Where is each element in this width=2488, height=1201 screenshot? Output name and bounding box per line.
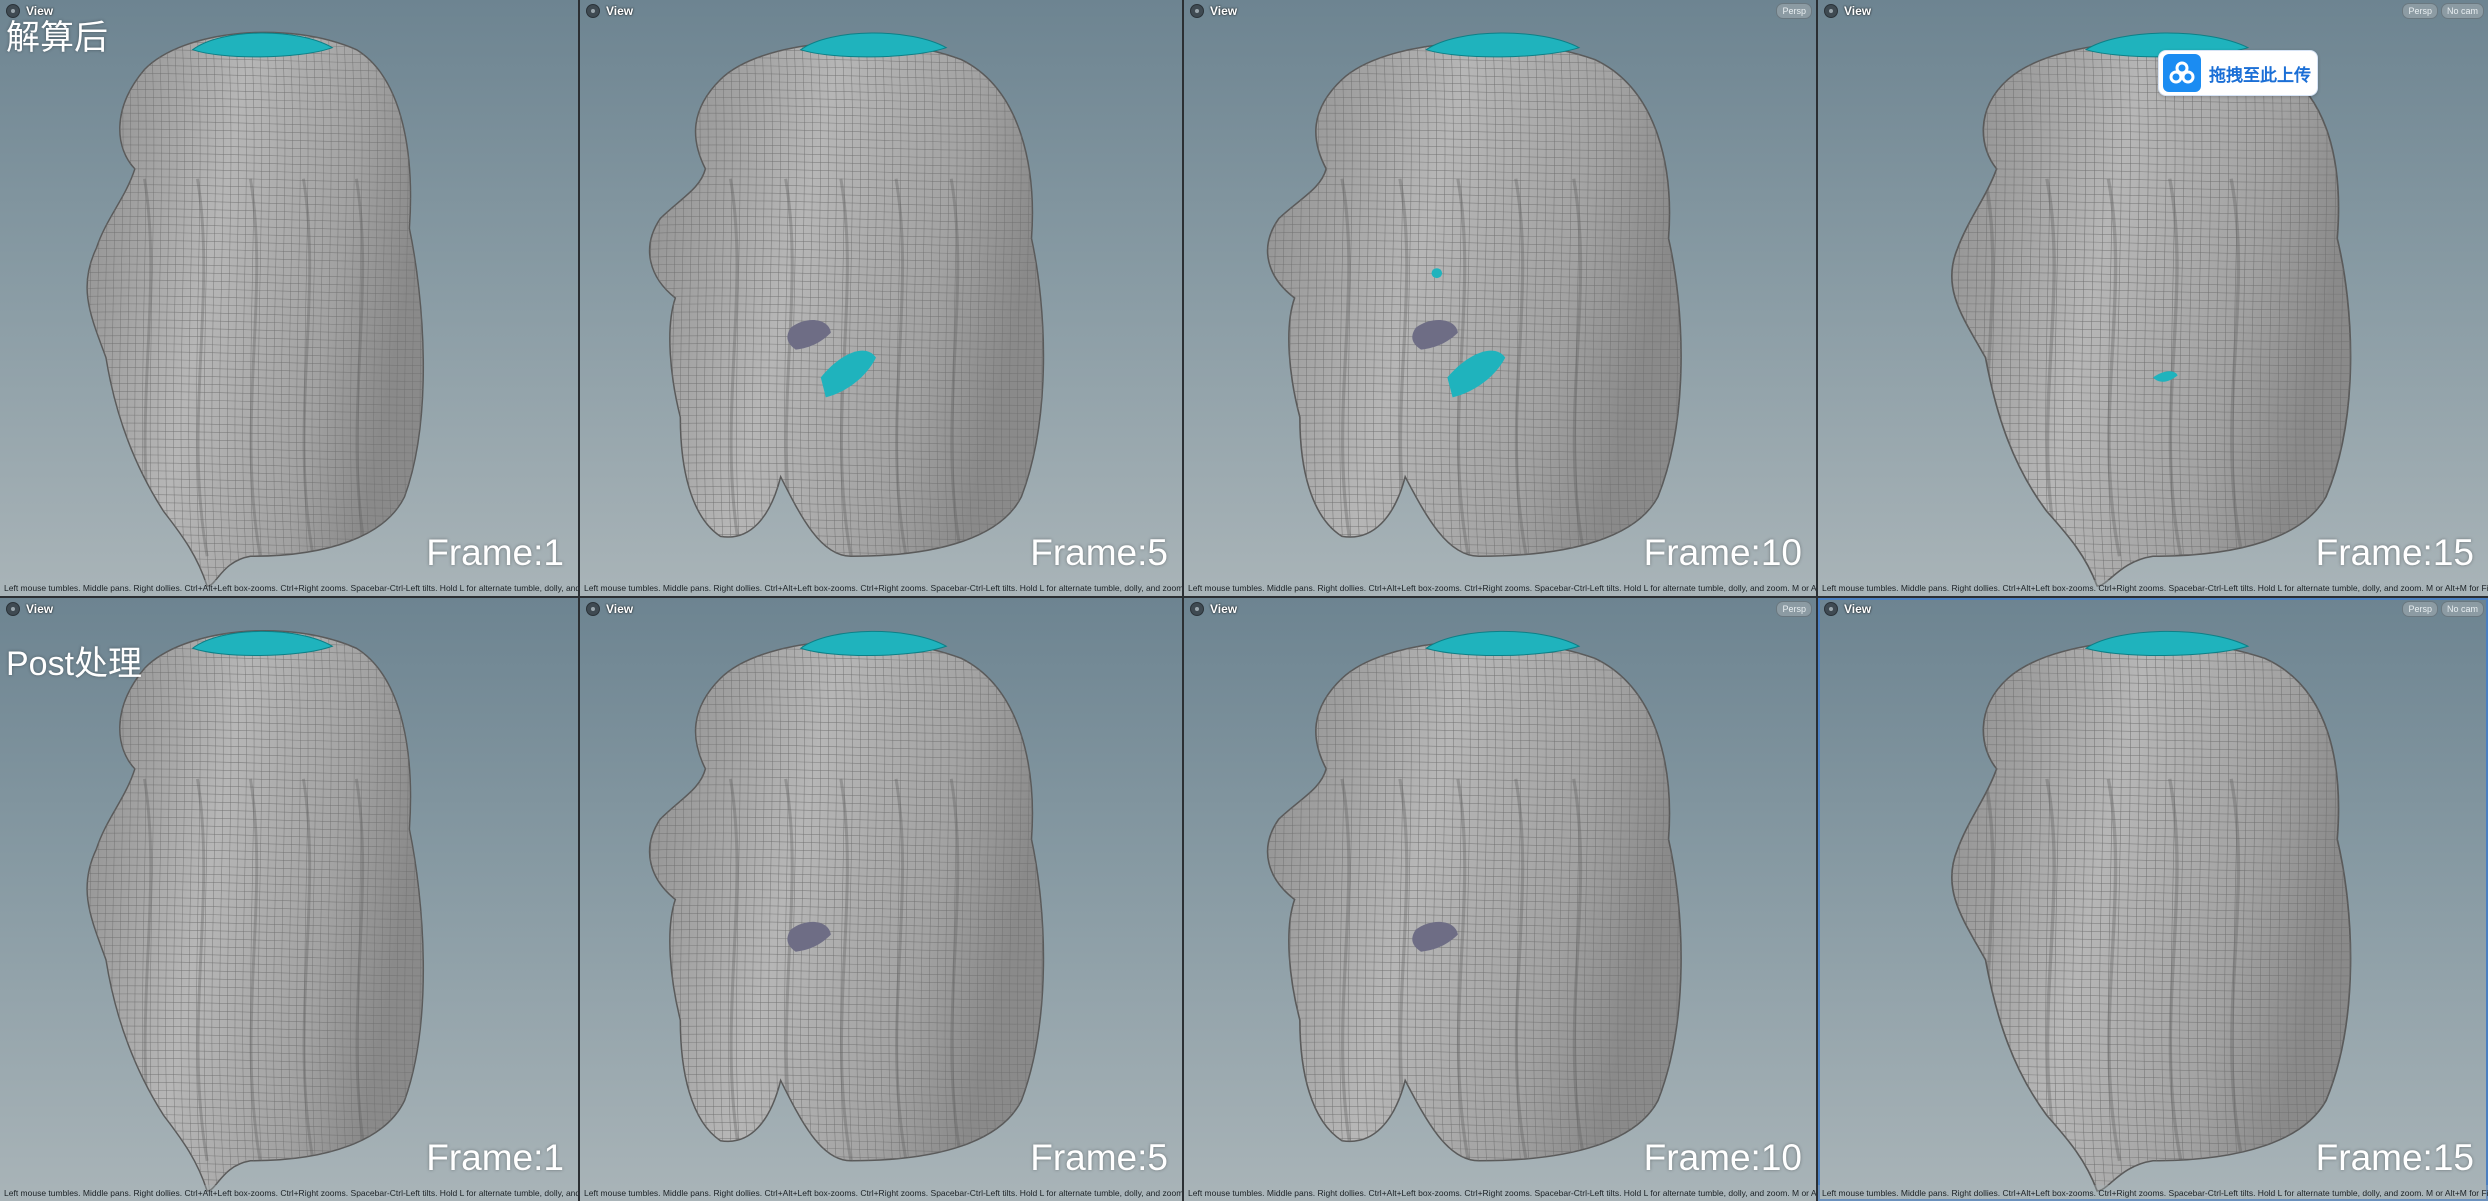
upload-badge-label: 拖拽至此上传 xyxy=(2209,65,2311,85)
cloth-mesh-svg xyxy=(86,630,425,1192)
camera-buttons: Persp No cam xyxy=(2402,3,2484,19)
viewport-topbar: View Persp No cam xyxy=(1818,0,2488,22)
collision-cap xyxy=(2084,630,2250,657)
view-menu-label: View xyxy=(26,602,54,616)
camera-gear-icon[interactable] xyxy=(586,4,600,18)
frame-label: Frame:5 xyxy=(1030,532,1168,573)
navigation-hint: Left mouse tumbles. Middle pans. Right d… xyxy=(580,580,1182,596)
cloth-mesh-render xyxy=(580,598,1182,1201)
camera-gear-icon[interactable] xyxy=(1190,4,1204,18)
camera-gear-icon[interactable] xyxy=(6,602,20,616)
navigation-hint: Left mouse tumbles. Middle pans. Right d… xyxy=(0,580,578,596)
navigation-hint: Left mouse tumbles. Middle pans. Right d… xyxy=(1184,1185,1816,1201)
camera-gear-icon[interactable] xyxy=(1824,602,1838,616)
cloth-mesh-render xyxy=(1818,0,2488,596)
viewport-r1-c4[interactable]: View Persp No cam Frame:15 Left mouse tu… xyxy=(1818,0,2488,596)
cloth-mesh-svg xyxy=(648,630,1045,1162)
persp-button[interactable]: Persp xyxy=(2402,3,2438,19)
frame-label: Frame:15 xyxy=(2315,1137,2474,1178)
persp-button[interactable]: Persp xyxy=(1776,3,1812,19)
view-menu-label: View xyxy=(1844,4,1872,18)
view-menu[interactable]: View xyxy=(6,600,53,618)
viewport-topbar: View xyxy=(0,0,578,22)
persp-button[interactable]: Persp xyxy=(1776,601,1812,617)
frame-label: Frame:1 xyxy=(426,1137,564,1178)
view-menu[interactable]: View xyxy=(1824,2,1871,20)
no-cam-button[interactable]: No cam xyxy=(2440,3,2484,19)
cloth-mesh-render xyxy=(1818,598,2488,1201)
view-menu[interactable]: View xyxy=(586,2,633,20)
frame-label: Frame:10 xyxy=(1643,532,1802,573)
cloth-mesh-render xyxy=(1184,0,1816,596)
no-cam-button[interactable]: No cam xyxy=(2440,601,2484,617)
cloud-upload-glyph xyxy=(2169,61,2195,84)
view-menu[interactable]: View xyxy=(1824,600,1871,618)
cloth-mesh-render xyxy=(1184,598,1816,1201)
viewport-r1-c3[interactable]: View Persp Frame:10 Left mouse tumbles. … xyxy=(1184,0,1816,596)
navigation-hint: Left mouse tumbles. Middle pans. Right d… xyxy=(0,1185,578,1201)
cloud-upload-icon xyxy=(2163,54,2201,92)
viewport-r2-c4[interactable]: View Persp No cam Frame:15 Left mouse tu… xyxy=(1818,598,2488,1201)
frame-label: Frame:1 xyxy=(426,532,564,573)
view-menu-label: View xyxy=(1210,4,1238,18)
camera-buttons: Persp No cam xyxy=(2402,601,2484,617)
view-menu-label: View xyxy=(606,602,634,616)
viewport-r2-c3[interactable]: View Persp Frame:10 Left mouse tumbles. … xyxy=(1184,598,1816,1201)
camera-gear-icon[interactable] xyxy=(586,602,600,616)
view-menu[interactable]: View xyxy=(6,2,53,20)
viewport-topbar: View xyxy=(580,598,1182,620)
viewport-topbar: View xyxy=(580,0,1182,22)
frame-label: Frame:5 xyxy=(1030,1137,1168,1178)
camera-gear-icon[interactable] xyxy=(6,4,20,18)
cloth-mesh-svg xyxy=(1950,630,2352,1192)
collision-cap xyxy=(1425,630,1581,657)
collision-cap xyxy=(799,630,948,657)
cloth-mesh-svg xyxy=(1950,32,2352,587)
frame-label: Frame:10 xyxy=(1643,1137,1802,1178)
collision-dot xyxy=(1431,268,1443,279)
cloth-surface xyxy=(1266,640,1682,1162)
collision-cap xyxy=(799,32,948,58)
navigation-hint: Left mouse tumbles. Middle pans. Right d… xyxy=(1184,580,1816,596)
cloth-surface xyxy=(1266,41,1682,558)
viewport-r1-c2[interactable]: View Frame:5 Left mouse tumbles. Middle … xyxy=(580,0,1182,596)
cloth-mesh-render xyxy=(0,0,578,596)
view-menu[interactable]: View xyxy=(1190,2,1237,20)
cloth-mesh-svg xyxy=(1266,32,1682,558)
viewport-r2-c1[interactable]: Post处理 View Frame:1 Left mouse tumbles. … xyxy=(0,598,578,1201)
row-title-post-process: Post处理 xyxy=(6,645,143,683)
camera-buttons: Persp xyxy=(1776,601,1812,617)
view-menu-label: View xyxy=(1844,602,1872,616)
cloth-mesh-svg xyxy=(1266,630,1682,1162)
view-menu[interactable]: View xyxy=(586,600,633,618)
persp-button[interactable]: Persp xyxy=(2402,601,2438,617)
viewport-topbar: View Persp xyxy=(1184,0,1816,22)
cloth-mesh-render xyxy=(0,598,578,1201)
viewport-r2-c2[interactable]: View Frame:5 Left mouse tumbles. Middle … xyxy=(580,598,1182,1201)
camera-buttons: Persp xyxy=(1776,3,1812,19)
navigation-hint: Left mouse tumbles. Middle pans. Right d… xyxy=(1818,1185,2488,1201)
view-menu-label: View xyxy=(1210,602,1238,616)
view-menu-label: View xyxy=(26,4,54,18)
viewport-topbar: View Persp xyxy=(1184,598,1816,620)
view-menu[interactable]: View xyxy=(1190,600,1237,618)
viewport-topbar: View xyxy=(0,598,578,620)
navigation-hint: Left mouse tumbles. Middle pans. Right d… xyxy=(1818,580,2488,596)
navigation-hint: Left mouse tumbles. Middle pans. Right d… xyxy=(580,1185,1182,1201)
cloth-mesh-render xyxy=(580,0,1182,596)
collision-cap xyxy=(1425,32,1581,58)
frame-label: Frame:15 xyxy=(2315,532,2474,573)
camera-gear-icon[interactable] xyxy=(1824,4,1838,18)
cloth-mesh-svg xyxy=(648,32,1045,558)
view-menu-label: View xyxy=(606,4,634,18)
cloth-mesh-svg xyxy=(86,31,425,587)
viewport-topbar: View Persp No cam xyxy=(1818,598,2488,620)
camera-gear-icon[interactable] xyxy=(1190,602,1204,616)
upload-drop-badge[interactable]: 拖拽至此上传 xyxy=(2158,50,2318,96)
viewport-r1-c1[interactable]: 解算后 View Frame:1 Left mouse tumbles. Mid… xyxy=(0,0,578,596)
